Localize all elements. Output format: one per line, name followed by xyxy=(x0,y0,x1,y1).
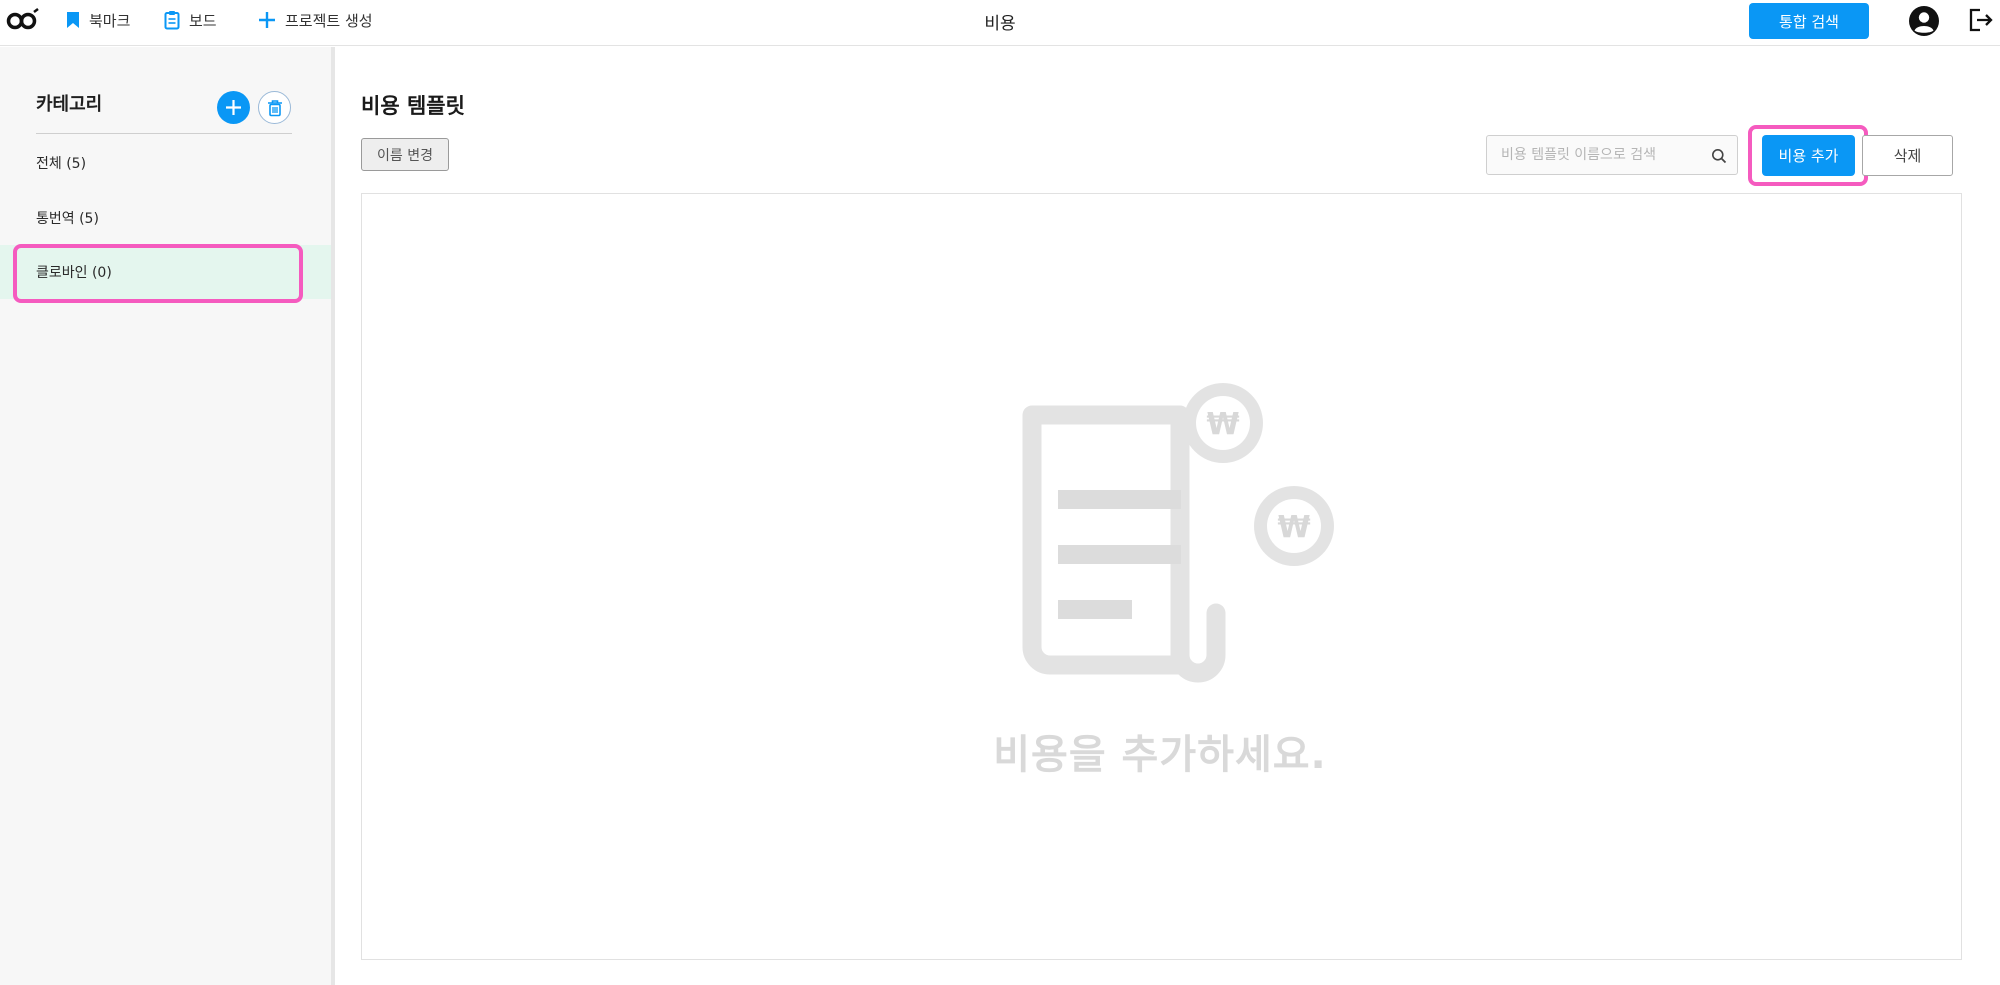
category-item-label: 통번역 (5) xyxy=(36,211,99,227)
add-cost-button[interactable]: 비용 추가 xyxy=(1762,135,1855,176)
category-header: 카테고리 xyxy=(36,94,103,115)
template-search-input[interactable] xyxy=(1499,146,1699,164)
nav-board[interactable]: 보드 xyxy=(164,0,217,40)
nav-board-label: 보드 xyxy=(189,11,217,30)
cost-template-title: 비용 템플릿 xyxy=(361,94,465,118)
clipboard-icon xyxy=(164,11,180,30)
search-icon[interactable] xyxy=(1711,148,1727,164)
category-item-label: 클로바인 (0) xyxy=(36,265,112,281)
category-divider xyxy=(36,133,292,134)
empty-state-message: 비용을 추가하세요. xyxy=(993,732,1327,778)
plus-icon xyxy=(259,12,275,28)
nav-bookmark-label: 북마크 xyxy=(89,11,131,30)
svg-text:₩: ₩ xyxy=(1277,510,1310,545)
delete-category-button[interactable] xyxy=(258,91,291,124)
rename-button[interactable]: 이름 변경 xyxy=(361,138,449,171)
empty-cost-document-icon: ₩ ₩ xyxy=(1022,383,1334,683)
nav-bookmark[interactable]: 북마크 xyxy=(66,0,130,40)
nav-create-project-label: 프로젝트 생성 xyxy=(285,11,373,30)
svg-text:₩: ₩ xyxy=(1206,407,1239,442)
category-item-translation[interactable]: 통번역 (5) xyxy=(0,191,331,245)
bookmark-icon xyxy=(67,12,79,28)
category-item-label: 전체 (5) xyxy=(36,156,87,172)
add-category-button[interactable] xyxy=(217,91,250,124)
user-avatar-icon[interactable] xyxy=(1908,5,1940,37)
trash-icon xyxy=(267,99,282,116)
global-search-button[interactable]: 통합 검색 xyxy=(1749,3,1869,39)
nav-create-project[interactable]: 프로젝트 생성 xyxy=(258,0,373,40)
plus-icon xyxy=(226,100,241,115)
delete-button[interactable]: 삭제 xyxy=(1862,135,1953,176)
template-search-box[interactable] xyxy=(1486,135,1738,175)
category-item-clovain[interactable]: 클로바인 (0) xyxy=(0,245,331,299)
app-logo[interactable] xyxy=(6,8,40,32)
top-navigation-bar: 북마크 보드 프로젝트 생성 비용 통합 검색 xyxy=(0,0,2000,46)
category-item-all[interactable]: 전체 (5) xyxy=(0,136,331,190)
logout-icon[interactable] xyxy=(1968,7,1994,33)
